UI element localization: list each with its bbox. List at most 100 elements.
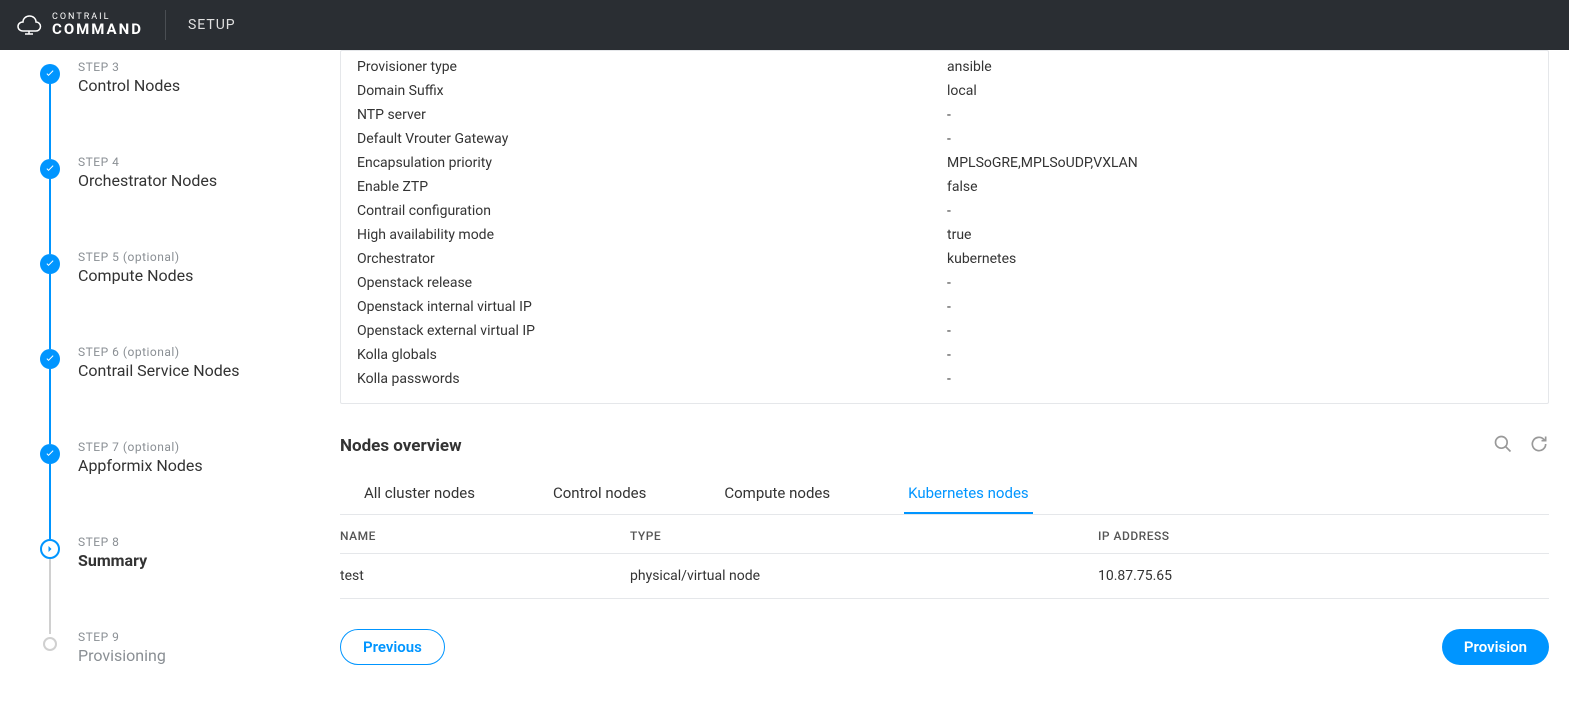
nodes-tabs: All cluster nodes Control nodes Compute no… xyxy=(340,476,1549,515)
config-row: Openstack internal virtual IP- xyxy=(357,295,1532,319)
tab-all-cluster-nodes[interactable]: All cluster nodes xyxy=(360,476,479,514)
step-dot-icon xyxy=(40,349,60,369)
wizard-step-1[interactable]: STEP 4 Orchestrator Nodes xyxy=(40,145,300,240)
top-bar: CONTRAIL COMMAND SETUP xyxy=(0,0,1569,50)
step-number: STEP 4 xyxy=(78,155,300,169)
config-row: NTP server- xyxy=(357,103,1532,127)
step-number: STEP 6 (optional) xyxy=(78,345,300,359)
config-label: Domain Suffix xyxy=(357,83,947,99)
wizard-step-2[interactable]: STEP 5 (optional) Compute Nodes xyxy=(40,240,300,335)
step-number: STEP 3 xyxy=(78,60,300,74)
config-label: Openstack internal virtual IP xyxy=(357,299,947,315)
step-connector xyxy=(49,559,51,634)
config-row: Default Vrouter Gateway- xyxy=(357,127,1532,151)
step-number: STEP 7 (optional) xyxy=(78,440,300,454)
config-value: - xyxy=(947,347,951,363)
config-label: Default Vrouter Gateway xyxy=(357,131,947,147)
step-connector xyxy=(49,84,51,159)
config-label: Provisioner type xyxy=(357,59,947,75)
config-row: Encapsulation priorityMPLSoGRE,MPLSoUDP,… xyxy=(357,151,1532,175)
col-header-name: NAME xyxy=(340,529,630,543)
config-label: Enable ZTP xyxy=(357,179,947,195)
wizard-step-6[interactable]: STEP 9 Provisioning xyxy=(40,620,300,715)
config-row: Domain Suffixlocal xyxy=(357,79,1532,103)
step-dot-icon xyxy=(40,444,60,464)
wizard-sidebar: STEP 3 Control Nodes STEP 4 Orchestrator No… xyxy=(0,50,320,724)
config-row: Contrail configuration- xyxy=(357,199,1532,223)
tab-compute-nodes[interactable]: Compute nodes xyxy=(720,476,834,514)
config-value: - xyxy=(947,131,951,147)
step-number: STEP 8 xyxy=(78,535,300,549)
config-value: ansible xyxy=(947,59,992,75)
step-number: STEP 9 xyxy=(78,630,300,644)
wizard-step-4[interactable]: STEP 7 (optional) Appformix Nodes xyxy=(40,430,300,525)
config-label: Kolla passwords xyxy=(357,371,947,387)
tab-control-nodes[interactable]: Control nodes xyxy=(549,476,650,514)
step-dot-icon xyxy=(40,64,60,84)
config-value: kubernetes xyxy=(947,251,1016,267)
config-value: true xyxy=(947,227,971,243)
config-value: - xyxy=(947,203,951,219)
wizard-step-3[interactable]: STEP 6 (optional) Contrail Service Nodes xyxy=(40,335,300,430)
step-title: Contrail Service Nodes xyxy=(78,361,300,380)
config-label: Kolla globals xyxy=(357,347,947,363)
step-title: Summary xyxy=(78,551,300,570)
wizard-step-5[interactable]: STEP 8 Summary xyxy=(40,525,300,620)
config-value: - xyxy=(947,299,951,315)
step-connector xyxy=(49,179,51,254)
config-row: High availability modetrue xyxy=(357,223,1532,247)
main-panel: Provisioner typeansibleDomain Suffixloca… xyxy=(320,50,1569,724)
cloud-icon xyxy=(14,14,44,36)
step-dot-icon xyxy=(40,159,60,179)
refresh-icon[interactable] xyxy=(1529,434,1549,458)
config-label: High availability mode xyxy=(357,227,947,243)
brand-logo: CONTRAIL COMMAND xyxy=(14,13,143,37)
cell-name: test xyxy=(340,568,630,584)
config-summary-box: Provisioner typeansibleDomain Suffixloca… xyxy=(340,50,1549,404)
previous-button[interactable]: Previous xyxy=(340,629,445,665)
config-label: Contrail configuration xyxy=(357,203,947,219)
config-row: Provisioner typeansible xyxy=(357,55,1532,79)
step-title: Orchestrator Nodes xyxy=(78,171,300,190)
config-row: Openstack release- xyxy=(357,271,1532,295)
table-row[interactable]: testphysical/virtual node10.87.75.65 xyxy=(340,554,1549,599)
page-title: SETUP xyxy=(188,17,236,33)
config-label: Openstack external virtual IP xyxy=(357,323,947,339)
config-value: MPLSoGRE,MPLSoUDP,VXLAN xyxy=(947,155,1138,171)
col-header-ip: IP ADDRESS xyxy=(1098,529,1549,543)
step-title: Control Nodes xyxy=(78,76,300,95)
provision-button[interactable]: Provision xyxy=(1442,629,1549,665)
config-label: Orchestrator xyxy=(357,251,947,267)
config-label: Encapsulation priority xyxy=(357,155,947,171)
config-value: - xyxy=(947,275,951,291)
config-label: NTP server xyxy=(357,107,947,123)
config-label: Openstack release xyxy=(357,275,947,291)
config-row: Kolla globals- xyxy=(357,343,1532,367)
col-header-type: TYPE xyxy=(630,529,1098,543)
config-value: - xyxy=(947,323,951,339)
config-value: - xyxy=(947,107,951,123)
config-row: Enable ZTPfalse xyxy=(357,175,1532,199)
brand-bottom: COMMAND xyxy=(52,22,143,37)
cell-type: physical/virtual node xyxy=(630,568,1098,584)
config-value: false xyxy=(947,179,978,195)
cell-ip: 10.87.75.65 xyxy=(1098,568,1549,584)
config-row: Kolla passwords- xyxy=(357,367,1532,391)
step-title: Compute Nodes xyxy=(78,266,300,285)
config-value: - xyxy=(947,371,951,387)
nodes-overview-title: Nodes overview xyxy=(340,436,462,456)
step-dot-icon xyxy=(40,539,60,559)
step-connector xyxy=(49,369,51,444)
step-number: STEP 5 (optional) xyxy=(78,250,300,264)
step-title: Appformix Nodes xyxy=(78,456,300,475)
search-icon[interactable] xyxy=(1493,434,1513,458)
step-dot-icon xyxy=(43,637,57,651)
wizard-step-0[interactable]: STEP 3 Control Nodes xyxy=(40,50,300,145)
header-divider xyxy=(165,10,166,40)
tab-kubernetes-nodes[interactable]: Kubernetes nodes xyxy=(904,476,1033,514)
config-value: local xyxy=(947,83,977,99)
step-connector xyxy=(49,274,51,349)
config-row: Orchestratorkubernetes xyxy=(357,247,1532,271)
step-title: Provisioning xyxy=(78,646,300,665)
step-dot-icon xyxy=(40,254,60,274)
